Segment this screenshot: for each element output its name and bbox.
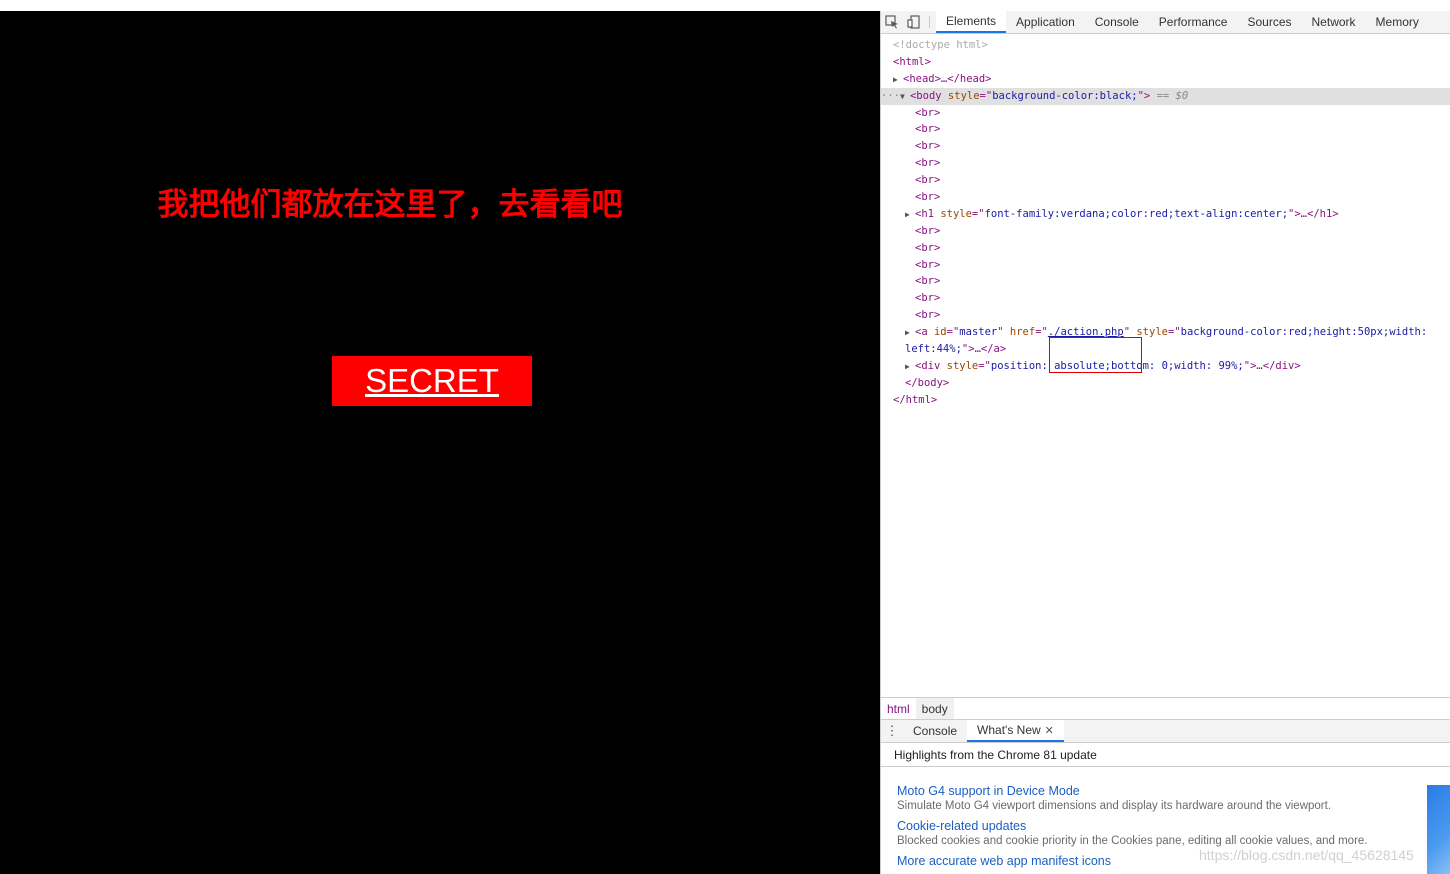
page-heading: 我把他们都放在这里了，去看看吧 [157,187,623,223]
device-toolbar-icon[interactable] [903,11,925,33]
expand-triangle-icon[interactable]: ▶ [905,325,915,342]
dom-node-html[interactable]: <html> [881,54,1450,71]
watermark: https://blog.csdn.net/qq_45628145 [1199,847,1414,863]
doctype-text: <!doctype html> [893,39,988,51]
tab-console[interactable]: Console [1085,11,1149,33]
br-tag: <br> [915,309,941,322]
more-dots-icon[interactable]: ··· [881,90,900,102]
dom-node-br[interactable]: <br> [881,155,1450,172]
selected-marker: == $0 [1156,89,1189,102]
br-tag: <br> [915,258,941,271]
div-close: …</div> [1256,359,1301,372]
drawer-tab-console[interactable]: Console [903,720,967,742]
dom-node-h1[interactable]: ▶ <h1 style="font-family:verdana;color:re… [881,206,1450,223]
br-tag: <br> [915,241,941,254]
html-open-tag: <html> [893,55,931,68]
tab-memory[interactable]: Memory [1366,11,1429,33]
dom-node-a-cont: left:44%;">…</a> [905,343,1007,356]
expand-triangle-icon[interactable]: ▶ [905,359,915,376]
tab-sources[interactable]: Sources [1237,11,1301,33]
drawer-tab-whats-new[interactable]: What's New ✕ [967,720,1064,742]
a-close: …</a> [974,343,1007,356]
dom-node-br[interactable]: <br> [881,121,1450,138]
dom-node-doctype[interactable]: <!doctype html> [881,37,1450,54]
a-style-cont: left:44%; [905,343,962,356]
div-style-attr: style [946,359,979,372]
body-tag: body [916,89,942,102]
dom-node-head[interactable]: ▶ <head>…</head> [881,71,1450,88]
html-close-tag: </html> [893,393,938,406]
h1-style-attr: style [940,207,972,220]
dom-node-br[interactable]: <br> [881,189,1450,206]
a-tag: a [921,326,928,339]
br-tag: <br> [915,106,941,119]
tab-elements[interactable]: Elements [936,11,1007,33]
br-tag: <br> [915,157,941,170]
news-title-link[interactable]: Cookie-related updates [897,818,1427,834]
a-id-attr: id [933,326,947,339]
toolbar-divider [929,16,930,28]
br-tag: <br> [915,292,941,305]
dom-node-body-close[interactable]: </body> [881,375,1450,392]
expand-triangle-icon[interactable]: ▶ [905,207,915,224]
breadcrumb-body[interactable]: body [915,698,954,719]
a-id-val: master [959,326,998,339]
breadcrumb: html body [881,697,1450,719]
dom-node-br[interactable]: <br> [881,240,1450,257]
close-icon[interactable]: ✕ [1045,724,1054,737]
news-desc: Simulate Moto G4 viewport dimensions and… [897,800,1332,812]
news-item: Moto G4 support in Device Mode Simulate … [897,783,1427,814]
div-tag: div [921,359,941,372]
whats-new-header: Highlights from the Chrome 81 update [881,743,1450,767]
dom-tree: <!doctype html> <html> ▶ <head>…</head> ·… [881,34,1450,409]
br-tag: <br> [915,275,941,288]
br-tag: <br> [915,174,941,187]
a-href-attr: href [1009,326,1036,339]
breadcrumb-html[interactable]: html [881,698,916,719]
h1-close: …</h1> [1300,207,1339,220]
dom-node-a[interactable]: ▶ <a id="master" href="./action.php" styl… [881,324,1450,341]
drawer-tabbar: ⋮ Console What's New ✕ [881,719,1450,743]
br-tag: <br> [915,224,941,237]
expand-triangle-icon[interactable]: ▶ [893,72,903,89]
kebab-menu-icon[interactable]: ⋮ [881,720,903,742]
body-close-tag: </body> [905,376,950,389]
page-viewport: 我把他们都放在这里了，去看看吧 SECRET [0,11,880,874]
dom-node-br[interactable]: <br> [881,307,1450,324]
tab-application[interactable]: Application [1006,11,1085,33]
dom-node-br[interactable]: <br> [881,290,1450,307]
br-tag: <br> [915,140,941,153]
dom-node-br[interactable]: <br> [881,273,1450,290]
inspect-element-icon[interactable] [881,11,903,33]
h1-style-val: font-family:verdana;color:red;text-align… [984,207,1289,220]
tab-performance[interactable]: Performance [1149,11,1238,33]
dom-node-br[interactable]: <br> [881,257,1450,274]
dom-node-br[interactable]: <br> [881,138,1450,155]
highlight-box [1049,337,1142,373]
devtools-panel: Elements Application Console Performance… [880,11,1450,874]
news-thumbnail [1427,785,1450,874]
a-style-val: background-color:red;height:50px;width: [1180,326,1428,339]
whats-new-label: What's New [977,723,1041,737]
news-title-link[interactable]: Moto G4 support in Device Mode [897,783,1427,799]
dom-node-div[interactable]: ▶ <div style="position: absolute;bottom: … [881,358,1450,375]
dom-node-html-close[interactable]: </html> [881,392,1450,409]
dom-node-br[interactable]: <br> [881,172,1450,189]
body-style-attr: style [947,89,980,102]
dom-node-br[interactable]: <br> [881,223,1450,240]
tab-network[interactable]: Network [1302,11,1366,33]
head-tag: <head>…</head> [903,72,992,85]
body-style-val: background-color:black; [992,89,1138,102]
br-tag: <br> [915,191,941,204]
h1-tag: h1 [921,207,934,220]
dom-node-body[interactable]: ···▼ <body style="background-color:black;… [881,87,1450,106]
dom-node-br[interactable]: <br> [881,105,1450,122]
news-item: Cookie-related updates Blocked cookies a… [897,818,1427,849]
br-tag: <br> [915,123,941,136]
secret-link[interactable]: SECRET [332,356,532,406]
collapse-triangle-icon[interactable]: ▼ [900,89,910,106]
devtools-tabbar: Elements Application Console Performance… [881,11,1450,34]
